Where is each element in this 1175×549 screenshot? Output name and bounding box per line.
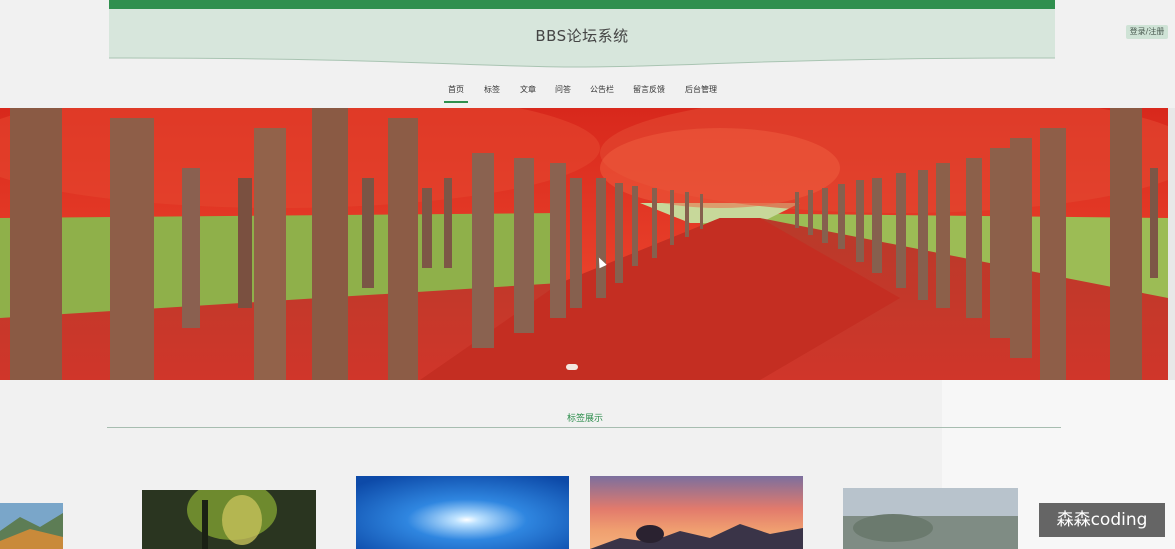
tag-card[interactable] (356, 476, 569, 549)
section-title: 标签展示 (566, 414, 603, 424)
nav-feedback[interactable]: 留言反馈 (633, 84, 665, 100)
card-image-sunset (590, 476, 803, 549)
banner-image (0, 108, 1168, 380)
banner-carousel[interactable] (0, 108, 1168, 380)
tag-card[interactable] (843, 488, 1018, 549)
tag-card[interactable] (590, 476, 803, 549)
site-title: BBS论坛系统 (535, 27, 629, 45)
main-nav: 首页 标签 文章 问答 公告栏 留言反馈 后台管理 (0, 84, 1175, 103)
scrollbar-strip (1168, 108, 1175, 380)
header-top-bar (109, 0, 1055, 9)
tag-card[interactable] (0, 503, 63, 549)
nav-notice-board[interactable]: 公告栏 (590, 84, 614, 100)
login-register-button[interactable]: 登录/注册 (1126, 25, 1168, 39)
carousel-indicator[interactable] (566, 364, 578, 370)
card-image-mountain (0, 503, 63, 549)
nav-articles[interactable]: 文章 (520, 84, 536, 100)
header: BBS论坛系统 (109, 0, 1055, 68)
nav-qa[interactable]: 问答 (555, 84, 571, 100)
card-image-sky (356, 476, 569, 549)
card-image-landscape (843, 488, 1018, 549)
watermark: 森森coding (1039, 503, 1165, 537)
nav-tags[interactable]: 标签 (484, 84, 500, 100)
tag-card[interactable] (142, 490, 316, 549)
header-wave-decoration (109, 50, 1055, 68)
card-image-forest (142, 490, 316, 549)
section-divider (107, 427, 1061, 428)
nav-admin[interactable]: 后台管理 (685, 84, 717, 100)
nav-home[interactable]: 首页 (444, 84, 468, 103)
